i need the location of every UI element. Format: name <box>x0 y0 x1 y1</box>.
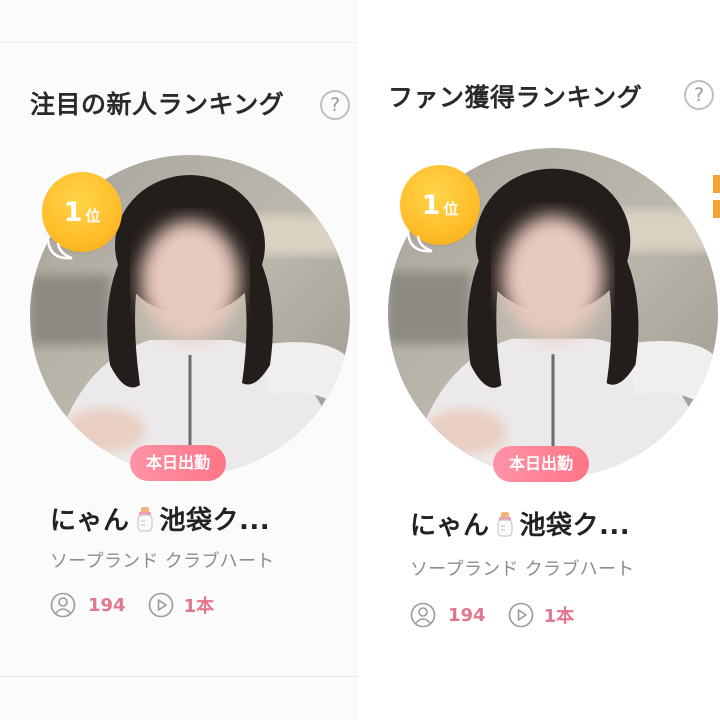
working-today-badge: 本日出勤 <box>130 445 227 481</box>
video-count: 1本 <box>183 596 215 617</box>
ranking-card-fan-gain[interactable]: ファン獲得ランキング ? 1 位 本日出勤 にゃん 池袋ク... ソープランド … <box>358 0 720 720</box>
baby-bottle-icon <box>132 505 158 540</box>
divider <box>0 676 358 677</box>
video-count: 1本 <box>543 606 575 627</box>
cast-name-text: にゃん <box>410 511 490 541</box>
person-icon <box>50 592 76 618</box>
baby-bottle-icon <box>492 510 518 545</box>
speech-tail-icon <box>46 238 73 260</box>
next-card-edge <box>713 200 720 218</box>
section-title: ファン獲得ランキング <box>388 83 643 112</box>
rank-unit: 位 <box>443 199 459 218</box>
section-title: 注目の新人ランキング <box>30 90 285 119</box>
cast-name[interactable]: にゃん 池袋ク... <box>410 505 630 545</box>
cast-name-text: にゃん <box>50 506 130 536</box>
person-icon <box>410 602 436 628</box>
stats-row: 194 1本 <box>50 590 214 620</box>
cast-name-rest: 池袋ク... <box>159 506 271 536</box>
play-icon <box>148 592 173 618</box>
working-today-badge: 本日出勤 <box>493 446 590 482</box>
ranking-card-new-talent[interactable]: 注目の新人ランキング ? 1 位 本日出勤 にゃん 池袋ク... ソープランド … <box>0 0 358 720</box>
play-icon <box>508 602 533 628</box>
question-circle-icon[interactable]: ? <box>320 90 350 120</box>
rank-number: 1 <box>63 196 83 228</box>
followers-count: 194 <box>448 604 486 626</box>
rank-number: 1 <box>421 189 441 221</box>
stats-row: 194 1本 <box>410 600 574 630</box>
rank-unit: 位 <box>85 206 101 225</box>
question-circle-icon[interactable]: ? <box>684 80 714 110</box>
speech-tail-icon <box>406 231 433 253</box>
followers-count: 194 <box>88 594 126 616</box>
shop-name: ソープランド クラブハート <box>410 559 635 580</box>
cast-name[interactable]: にゃん 池袋ク... <box>50 500 270 540</box>
cast-name-rest: 池袋ク... <box>519 511 631 541</box>
divider <box>0 42 358 43</box>
next-card-edge <box>713 175 720 193</box>
shop-name: ソープランド クラブハート <box>50 551 275 572</box>
